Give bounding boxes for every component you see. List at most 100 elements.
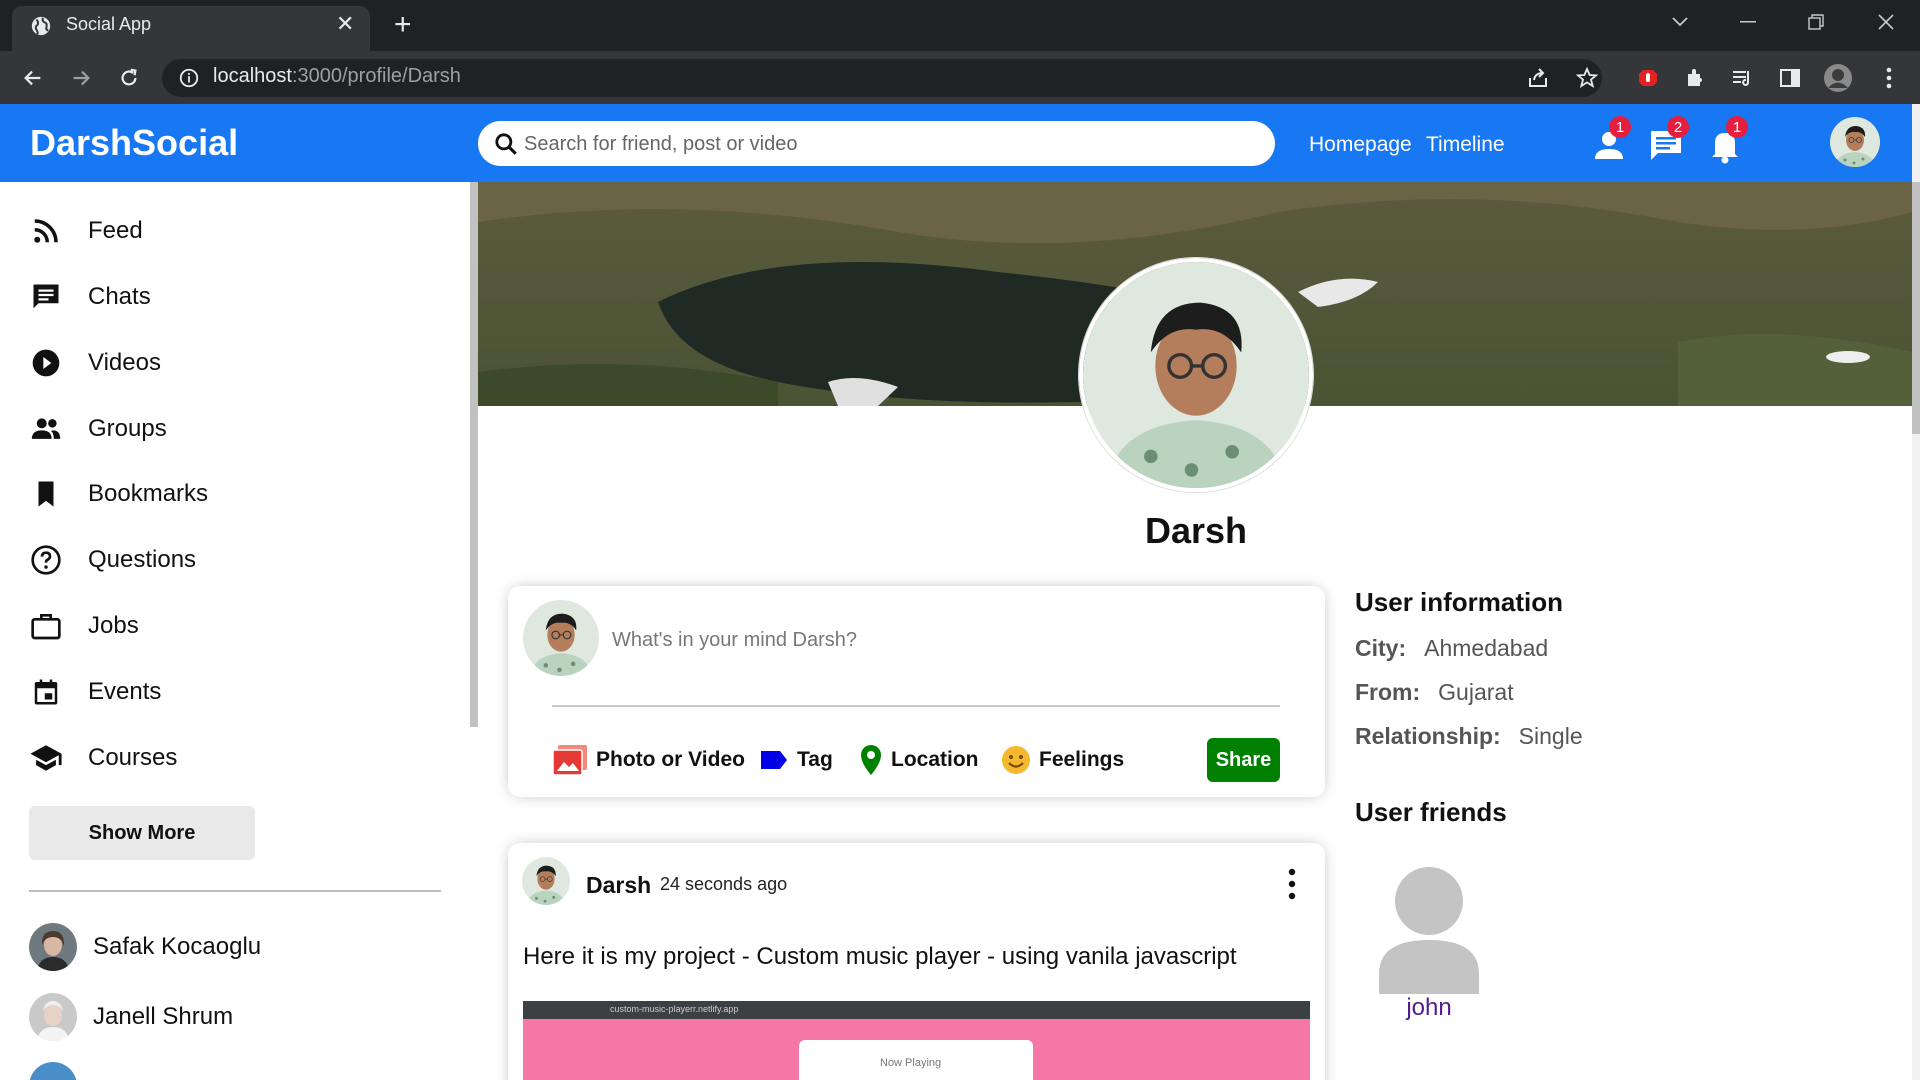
option-label: Photo or Video (596, 748, 745, 771)
forward-arrow-icon[interactable] (65, 62, 97, 94)
sidebar-item-videos[interactable]: Videos (28, 341, 448, 385)
rss-feed-icon (28, 213, 64, 249)
info-value: Single (1518, 723, 1583, 749)
post-author-avatar[interactable] (522, 857, 570, 905)
close-window-button[interactable] (1856, 0, 1916, 44)
sidebar-item-courses[interactable]: Courses (28, 736, 448, 780)
minimize-button[interactable] (1718, 0, 1778, 44)
sidebar-scrollbar[interactable] (470, 182, 478, 727)
homepage-link[interactable]: Homepage (1309, 133, 1412, 157)
info-icon[interactable] (178, 67, 200, 89)
info-row-from: From: Gujarat (1355, 679, 1514, 706)
new-tab-button[interactable]: + (394, 10, 412, 40)
sidebar-item-groups[interactable]: Groups (28, 407, 448, 451)
sidebar-item-feed[interactable]: Feed (28, 209, 448, 253)
profile-name: Darsh (1144, 510, 1248, 551)
friend-request-badge: 1 (1609, 116, 1631, 138)
info-value: Gujarat (1438, 679, 1514, 705)
back-arrow-icon[interactable] (17, 62, 49, 94)
chat-icon (28, 279, 64, 315)
event-icon (28, 674, 64, 710)
url-host: localhost (213, 65, 292, 87)
post-image[interactable]: custom-music-playerr.netlify.app Now Pla… (523, 1001, 1310, 1080)
user-info-title: User information (1355, 587, 1564, 617)
share-button[interactable]: Share (1207, 738, 1280, 782)
restore-button[interactable] (1786, 0, 1846, 44)
sidebar-item-label: Feed (88, 217, 143, 244)
sidebar-item-bookmarks[interactable]: Bookmarks (28, 472, 448, 516)
extensions-puzzle-icon[interactable] (1680, 63, 1710, 93)
reload-icon[interactable] (113, 62, 145, 94)
messages-badge: 2 (1667, 116, 1689, 138)
notifications-badge: 1 (1726, 116, 1748, 138)
sidebar-item-label: Videos (88, 349, 161, 376)
profile-picture[interactable] (1079, 258, 1313, 492)
friend-avatar (29, 993, 77, 1041)
emoji-smile-icon (1002, 746, 1030, 774)
default-avatar-icon[interactable] (1378, 866, 1480, 994)
friend-list-item[interactable]: Janell Shrum (29, 993, 233, 1041)
search-icon (495, 133, 517, 155)
sidebar-item-label: Questions (88, 546, 197, 573)
sidebar-item-label: Groups (88, 415, 167, 442)
sidebar-item-jobs[interactable]: Jobs (28, 604, 448, 648)
timeline-link[interactable]: Timeline (1426, 133, 1505, 157)
option-label: Location (891, 748, 979, 771)
tag-option[interactable]: Tag (759, 740, 833, 780)
share-divider (552, 705, 1280, 707)
chrome-profile-avatar[interactable] (1823, 63, 1853, 93)
page-scrollbar-thumb[interactable] (1912, 182, 1920, 434)
feelings-option[interactable]: Feelings (1001, 740, 1124, 780)
post-timestamp: 24 seconds ago (660, 874, 788, 894)
work-outline-icon (28, 608, 64, 644)
screenshot-url: custom-music-playerr.netlify.app (610, 1004, 739, 1014)
adblock-extension-icon[interactable] (1633, 63, 1663, 93)
side-panel-icon[interactable] (1775, 63, 1805, 93)
location-pin-icon (861, 745, 881, 775)
help-outline-icon (28, 542, 64, 578)
info-row-city: City: Ahmedabad (1355, 635, 1548, 662)
info-key: Relationship: (1355, 723, 1501, 749)
bookmark-star-icon[interactable] (1572, 63, 1602, 93)
search-input[interactable] (524, 124, 1254, 164)
sidebar-item-label: Events (88, 678, 162, 705)
sidebar-item-chats[interactable]: Chats (28, 275, 448, 319)
app-logo[interactable]: DarshSocial (30, 122, 238, 164)
friend-avatar (29, 923, 77, 971)
status-input[interactable] (612, 620, 1262, 660)
screenshot-now-playing: Now Playing (880, 1057, 942, 1069)
group-icon (28, 411, 64, 447)
sidebar-item-label: Bookmarks (88, 480, 209, 507)
school-icon (28, 740, 64, 776)
post-text: Here it is my project - Custom music pla… (523, 943, 1237, 970)
friend-name: Janell Shrum (93, 1003, 234, 1030)
user-avatar[interactable] (1830, 117, 1880, 167)
user-friend-name[interactable]: john (1378, 994, 1480, 1022)
media-controls-icon[interactable] (1727, 63, 1757, 93)
photo-or-video-option[interactable]: Photo or Video (552, 740, 745, 780)
play-circle-icon (28, 345, 64, 381)
post-author-name[interactable]: Darsh (586, 872, 651, 899)
option-label: Feelings (1039, 748, 1125, 771)
more-vert-icon[interactable] (1278, 866, 1306, 902)
user-friends-title: User friends (1355, 797, 1507, 827)
info-value: Ahmedabad (1424, 635, 1549, 661)
location-option[interactable]: Location (859, 740, 979, 780)
show-more-button[interactable]: Show More (29, 806, 255, 860)
sidebar-item-events[interactable]: Events (28, 670, 448, 714)
globe-icon (31, 16, 51, 36)
sidebar-item-questions[interactable]: Questions (28, 538, 448, 582)
tab-title: Social App (66, 14, 152, 34)
photo-library-icon (552, 745, 587, 776)
sidebar-divider (29, 890, 441, 892)
friend-list-item[interactable]: Safak Kocaoglu (29, 923, 261, 971)
share-page-icon[interactable] (1523, 63, 1553, 93)
info-key: City: (1355, 635, 1407, 661)
tab-search-icon[interactable] (1650, 0, 1710, 44)
info-row-relationship: Relationship: Single (1355, 723, 1583, 750)
url-text[interactable]: localhost:3000/profile/Darsh (213, 65, 461, 88)
option-label: Tag (797, 748, 833, 771)
tab-close-icon[interactable]: ✕ (336, 12, 354, 36)
kebab-menu-icon[interactable] (1874, 63, 1904, 93)
url-path: :3000/profile/Darsh (291, 65, 461, 87)
